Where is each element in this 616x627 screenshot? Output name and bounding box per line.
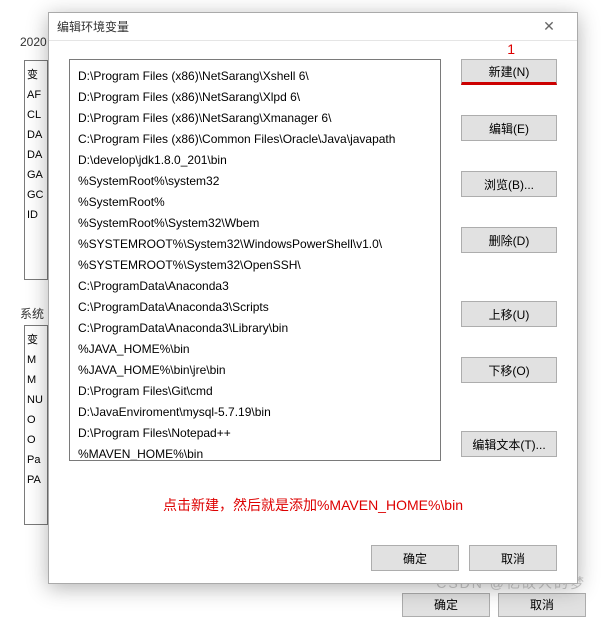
list-item[interactable]: %SYSTEMROOT%\System32\WindowsPowerShell\…: [78, 234, 432, 255]
edit-button[interactable]: 编辑(E): [461, 115, 557, 141]
list-item[interactable]: D:\Program Files (x86)\NetSarang\Xshell …: [78, 66, 432, 87]
ok-button[interactable]: 确定: [371, 545, 459, 571]
list-item[interactable]: %SystemRoot%: [78, 192, 432, 213]
annotation-text: 点击新建，然后就是添加%MAVEN_HOME%\bin: [69, 495, 557, 515]
titlebar[interactable]: 编辑环境变量 ✕: [49, 13, 577, 41]
move-down-button[interactable]: 下移(O): [461, 357, 557, 383]
list-item[interactable]: C:\ProgramData\Anaconda3\Library\bin: [78, 318, 432, 339]
dialog-footer: 确定 取消: [69, 541, 557, 571]
bg-lower-list: 变 M M NU O O Pa PA: [24, 325, 48, 525]
dialog-title: 编辑环境变量: [57, 18, 129, 35]
list-item[interactable]: D:\develop\jdk1.8.0_201\bin: [78, 150, 432, 171]
list-item[interactable]: D:\Program Files\Git\cmd: [78, 381, 432, 402]
list-item[interactable]: D:\JavaEnviroment\mysql-5.7.19\bin: [78, 402, 432, 423]
bg-cancel-button[interactable]: 取消: [498, 593, 586, 617]
cancel-button[interactable]: 取消: [469, 545, 557, 571]
new-button[interactable]: 新建(N): [461, 59, 557, 85]
bg-year: 2020: [20, 35, 47, 49]
bg-footer-buttons: 确定 取消: [402, 593, 586, 617]
list-item[interactable]: D:\Program Files (x86)\NetSarang\Xmanage…: [78, 108, 432, 129]
list-item[interactable]: %SYSTEMROOT%\System32\OpenSSH\: [78, 255, 432, 276]
close-icon[interactable]: ✕: [529, 18, 569, 35]
list-item[interactable]: C:\ProgramData\Anaconda3: [78, 276, 432, 297]
path-listbox[interactable]: D:\Program Files (x86)\NetSarang\Xshell …: [69, 59, 441, 461]
list-item[interactable]: %SystemRoot%\system32: [78, 171, 432, 192]
move-up-button[interactable]: 上移(U): [461, 301, 557, 327]
list-item-selected[interactable]: %MAVEN_HOME%\bin: [78, 444, 203, 461]
delete-button[interactable]: 删除(D): [461, 227, 557, 253]
list-item[interactable]: D:\Program Files\Notepad++: [78, 423, 432, 444]
list-item[interactable]: %JAVA_HOME%\bin\jre\bin: [78, 360, 432, 381]
bg-ok-button[interactable]: 确定: [402, 593, 490, 617]
bg-sys-label: 系统: [20, 305, 44, 322]
list-item[interactable]: %SystemRoot%\System32\Wbem: [78, 213, 432, 234]
annotation-1: 1: [507, 41, 515, 57]
list-item[interactable]: C:\Program Files (x86)\Common Files\Orac…: [78, 129, 432, 150]
bg-upper-list: 变 AF CL DA DA GA GC ID: [24, 60, 48, 280]
edit-env-var-dialog: 编辑环境变量 ✕ D:\Program Files (x86)\NetSaran…: [48, 12, 578, 584]
edit-text-button[interactable]: 编辑文本(T)...: [461, 431, 557, 457]
list-item[interactable]: C:\ProgramData\Anaconda3\Scripts: [78, 297, 432, 318]
list-item[interactable]: D:\Program Files (x86)\NetSarang\Xlpd 6\: [78, 87, 432, 108]
button-column: 1 新建(N) 编辑(E) 浏览(B)... 删除(D) 上移(U) 下移(O)…: [461, 59, 557, 461]
browse-button[interactable]: 浏览(B)...: [461, 171, 557, 197]
list-item[interactable]: %JAVA_HOME%\bin: [78, 339, 432, 360]
